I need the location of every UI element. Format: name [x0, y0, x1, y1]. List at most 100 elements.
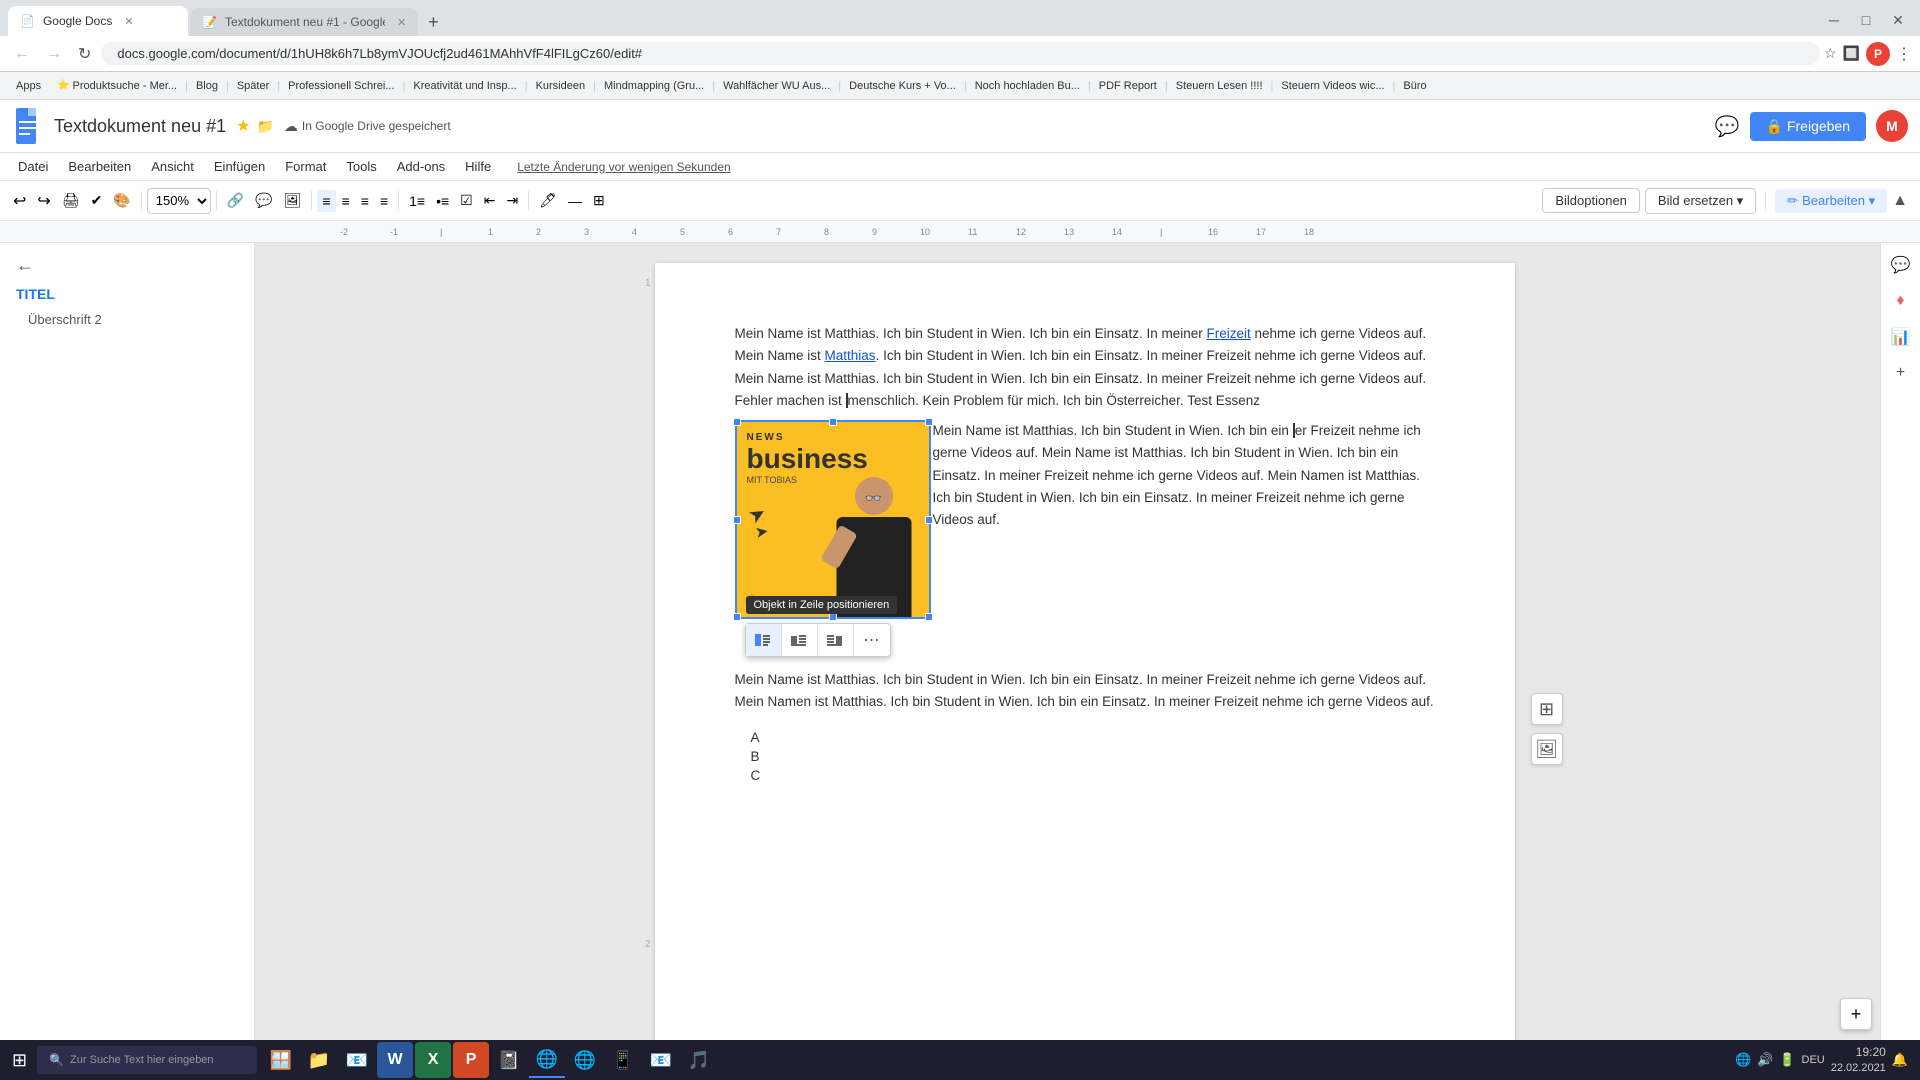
bookmark-8[interactable]: Wahlfächer WU Aus... — [717, 78, 836, 94]
align-right-button[interactable]: ≡ — [356, 190, 374, 212]
folder-icon[interactable]: 📁 — [256, 118, 273, 135]
handle-top-right[interactable] — [925, 418, 933, 426]
paint-format-button[interactable]: 🎨 — [108, 189, 135, 212]
search-bar[interactable]: 🔍 Zur Suche Text hier eingeben — [37, 1046, 257, 1074]
tab-close-2[interactable]: ✕ — [397, 16, 406, 29]
taskbar-app-teams[interactable]: 📧 — [643, 1042, 679, 1078]
taskbar-app-mail[interactable]: 📧 — [339, 1042, 375, 1078]
minimize-button[interactable]: ─ — [1820, 8, 1848, 32]
more-options-button[interactable]: ⋯ — [854, 624, 890, 656]
align-center-button[interactable]: ≡ — [337, 190, 355, 212]
forward-button[interactable]: → — [40, 43, 68, 65]
taskbar-app-phone[interactable]: 📱 — [605, 1042, 641, 1078]
add-block-button[interactable]: ⊞ — [1531, 693, 1563, 725]
outline-heading2[interactable]: Überschrift 2 — [0, 308, 254, 331]
last-save[interactable]: Letzte Änderung vor wenigen Sekunden — [517, 160, 731, 174]
menu-hilfe[interactable]: Hilfe — [455, 157, 501, 176]
menu-einfuegen[interactable]: Einfügen — [204, 157, 275, 176]
handle-top-left[interactable] — [733, 418, 741, 426]
outline-back[interactable]: ← — [0, 251, 254, 280]
link-matthias[interactable]: Matthias — [825, 348, 876, 363]
handle-middle-left[interactable] — [733, 516, 741, 524]
taskbar-app-word[interactable]: W — [377, 1042, 413, 1078]
numbered-list-button[interactable]: 1≡ — [404, 190, 430, 212]
checklist-button[interactable]: ☑ — [455, 189, 478, 212]
comment-toolbar-button[interactable]: 💬 — [250, 189, 277, 212]
maximize-button[interactable]: □ — [1852, 8, 1880, 32]
close-button[interactable]: ✕ — [1884, 8, 1912, 32]
extensions-icon[interactable]: 🔲 — [1843, 45, 1860, 62]
right-links-icon[interactable]: 📊 — [1887, 323, 1915, 351]
bullet-list-button[interactable]: •≡ — [431, 190, 454, 212]
print-button[interactable]: 🖨 — [57, 189, 85, 212]
bookmark-4[interactable]: Professionell Schrei... — [282, 78, 400, 94]
bookmark-12[interactable]: Steuern Lesen !!!! — [1170, 78, 1269, 94]
column-button[interactable]: ⊞ — [588, 189, 610, 212]
decrease-indent-button[interactable]: ⇤ — [479, 189, 501, 212]
tab-close-1[interactable]: ✕ — [124, 15, 133, 28]
bookmark-2[interactable]: Blog — [190, 78, 224, 94]
taskbar-app-chrome[interactable]: 🌐 — [529, 1042, 565, 1078]
more-formatting-button[interactable]: — — [563, 190, 587, 212]
add-image-inline-button[interactable]: 🖼 — [1531, 733, 1563, 765]
handle-bottom-right[interactable] — [925, 613, 933, 621]
outline-title[interactable]: TITEL — [0, 280, 254, 308]
increase-indent-button[interactable]: ⇥ — [501, 189, 523, 212]
wrap-right-button[interactable] — [818, 624, 854, 656]
notifications-icon[interactable]: 🔔 — [1892, 1052, 1908, 1068]
undo-button[interactable]: ↩ — [8, 188, 31, 214]
volume-icon[interactable]: 🔊 — [1757, 1052, 1773, 1068]
menu-addons[interactable]: Add-ons — [387, 157, 455, 176]
bottom-right-add-button[interactable]: + — [1840, 998, 1872, 1030]
tab-active[interactable]: 📄 Google Docs ✕ — [8, 6, 188, 36]
handle-top-middle[interactable] — [829, 418, 837, 426]
zoom-select[interactable]: 150% — [147, 188, 211, 214]
link-freizeit[interactable]: Freizeit — [1206, 326, 1250, 341]
comment-icon[interactable]: 💬 — [1715, 114, 1740, 139]
taskbar-app-spotify[interactable]: 🎵 — [681, 1042, 717, 1078]
taskbar-app-edge[interactable]: 🌐 — [567, 1042, 603, 1078]
bookmark-icon[interactable]: ☆ — [1824, 45, 1837, 62]
wrap-left-button[interactable] — [782, 624, 818, 656]
handle-bottom-left[interactable] — [733, 613, 741, 621]
profile-icon[interactable]: P — [1866, 42, 1890, 66]
bookmark-6[interactable]: Kursideen — [530, 78, 592, 94]
handle-middle-right[interactable] — [925, 516, 933, 524]
highlight-button[interactable]: 🖊 — [534, 189, 562, 212]
image-button[interactable]: 🖼 — [279, 189, 307, 212]
network-icon[interactable]: 🌐 — [1735, 1052, 1751, 1068]
lang-indicator[interactable]: DEU — [1802, 1054, 1825, 1066]
url-input[interactable] — [101, 42, 1820, 65]
menu-format[interactable]: Format — [275, 157, 336, 176]
taskbar-app-powerpoint[interactable]: P — [453, 1042, 489, 1078]
menu-datei[interactable]: Datei — [8, 157, 58, 176]
spellcheck-button[interactable]: ✔ — [86, 189, 108, 212]
taskbar-app-taskview[interactable]: 🪟 — [263, 1042, 299, 1078]
star-icon[interactable]: ★ — [236, 116, 250, 136]
redo-button[interactable]: ↪ — [32, 188, 55, 214]
bookmark-14[interactable]: Büro — [1397, 78, 1432, 94]
menu-bearbeiten[interactable]: Bearbeiten — [58, 157, 141, 176]
menu-tools[interactable]: Tools — [336, 157, 386, 176]
right-format-icon[interactable]: ♦ — [1887, 287, 1915, 315]
taskbar-app-onenote[interactable]: 📓 — [491, 1042, 527, 1078]
refresh-button[interactable]: ↻ — [72, 42, 97, 66]
new-tab-button[interactable]: + — [420, 8, 447, 36]
start-button[interactable]: ⊞ — [4, 1050, 35, 1071]
tab-inactive[interactable]: 📝 Textdokument neu #1 - Google ... ✕ — [190, 8, 418, 36]
right-comments-icon[interactable]: 💬 — [1887, 251, 1915, 279]
align-justify-button[interactable]: ≡ — [375, 190, 393, 212]
menu-ansicht[interactable]: Ansicht — [141, 157, 204, 176]
user-avatar[interactable]: M — [1876, 110, 1908, 142]
share-button[interactable]: 🔒 Freigeben — [1750, 112, 1866, 141]
bookmark-9[interactable]: Deutsche Kurs + Vo... — [843, 78, 962, 94]
bookmark-13[interactable]: Steuern Videos wic... — [1275, 78, 1390, 94]
align-left-button[interactable]: ≡ — [317, 190, 335, 212]
replace-image-button[interactable]: Bild ersetzen ▾ — [1645, 188, 1756, 214]
link-button[interactable]: 🔗 — [222, 189, 249, 212]
menu-icon[interactable]: ⋮ — [1896, 44, 1912, 64]
battery-icon[interactable]: 🔋 — [1779, 1052, 1795, 1068]
bookmark-3[interactable]: Später — [231, 78, 275, 94]
bookmark-10[interactable]: Noch hochladen Bu... — [969, 78, 1086, 94]
taskbar-clock[interactable]: 19:20 22.02.2021 — [1831, 1045, 1886, 1075]
